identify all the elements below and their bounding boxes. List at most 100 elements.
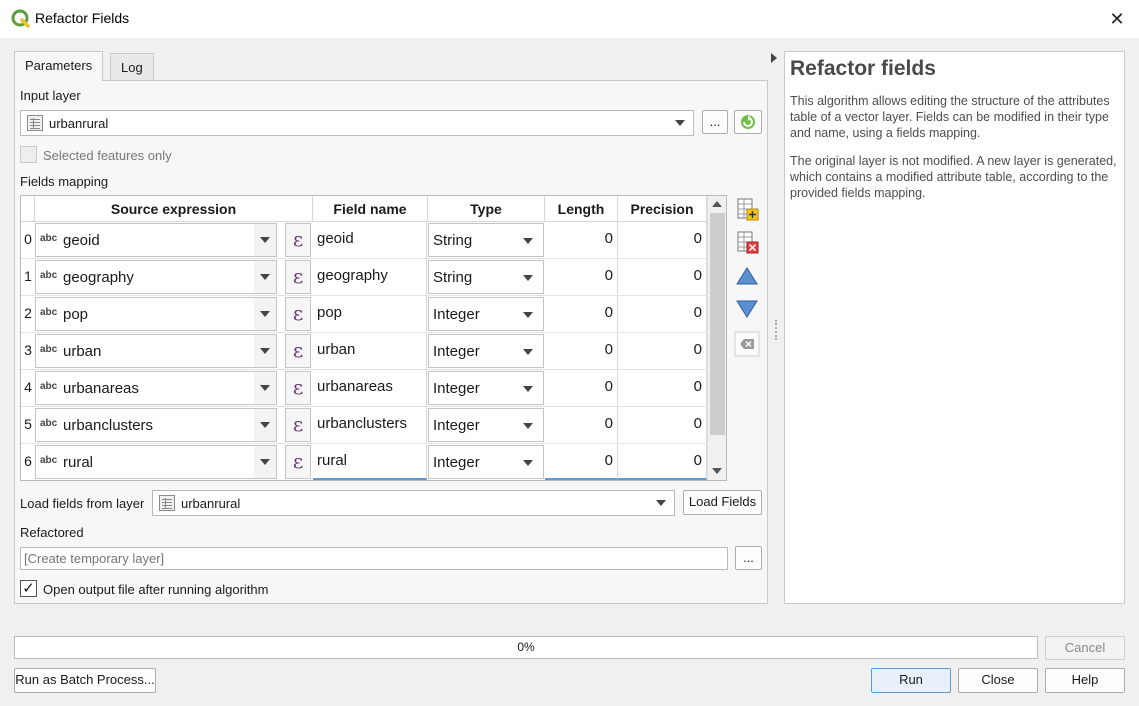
- delete-field-icon: [737, 231, 759, 254]
- chevron-down-icon: [254, 409, 276, 441]
- source-expression-select[interactable]: abc geography: [35, 260, 277, 294]
- tab-parameters[interactable]: Parameters: [14, 51, 104, 81]
- column-header-field-name[interactable]: Field name: [313, 196, 428, 222]
- field-name-input[interactable]: rural: [313, 444, 427, 480]
- close-button[interactable]: Close: [958, 668, 1038, 693]
- table-row: 5 abc urbanclusters ε urbanclusters Inte…: [21, 407, 707, 444]
- run-button[interactable]: Run: [871, 668, 951, 693]
- selected-only-checkbox[interactable]: [20, 146, 37, 163]
- string-type-icon: abc: [40, 270, 58, 281]
- table-row: 1 abc geography ε geography String 0 0: [21, 259, 707, 296]
- precision-input[interactable]: 0: [618, 333, 707, 369]
- type-select[interactable]: Integer: [428, 408, 544, 442]
- scroll-thumb[interactable]: [710, 213, 725, 435]
- source-expression-select[interactable]: abc urban: [35, 334, 277, 368]
- expression-builder-button[interactable]: ε: [285, 223, 311, 257]
- open-output-checkbox[interactable]: ✓: [20, 580, 37, 597]
- chevron-down-icon: [254, 298, 276, 330]
- move-up-button[interactable]: [734, 263, 762, 291]
- precision-input[interactable]: 0: [618, 370, 707, 406]
- cancel-button[interactable]: Cancel: [1045, 636, 1125, 660]
- add-field-button[interactable]: [734, 196, 762, 224]
- input-layer-browse-button[interactable]: ...: [702, 110, 728, 134]
- chevron-down-icon: [254, 261, 276, 293]
- refactored-browse-button[interactable]: ...: [735, 546, 762, 570]
- length-input[interactable]: 0: [545, 296, 618, 332]
- qgis-logo-icon: [11, 9, 31, 29]
- input-layer-label: Input layer: [20, 88, 81, 103]
- input-layer-select[interactable]: urbanrural: [20, 110, 694, 136]
- source-expression-select[interactable]: abc urbanareas: [35, 371, 277, 405]
- row-number: 3: [24, 342, 32, 358]
- source-expression-select[interactable]: abc geoid: [35, 223, 277, 257]
- panel-toggle-icon[interactable]: [771, 53, 777, 63]
- field-name-input[interactable]: pop: [313, 296, 427, 332]
- field-name-input[interactable]: geoid: [313, 222, 427, 258]
- type-value: Integer: [433, 343, 480, 360]
- corner-header: [21, 196, 35, 222]
- field-name-input[interactable]: urbanclusters: [313, 407, 427, 443]
- refactored-label: Refactored: [20, 525, 84, 540]
- source-expression-select[interactable]: abc urbanclusters: [35, 408, 277, 442]
- precision-input[interactable]: 0: [618, 444, 707, 480]
- scroll-up-icon[interactable]: [712, 201, 722, 207]
- batch-process-button[interactable]: Run as Batch Process...: [14, 668, 156, 693]
- field-name-input[interactable]: urbanareas: [313, 370, 427, 406]
- source-expression-value: rural: [63, 454, 94, 471]
- progress-text: 0%: [517, 640, 535, 654]
- precision-input[interactable]: 0: [618, 407, 707, 443]
- source-expression-value: pop: [63, 306, 89, 323]
- column-header-length[interactable]: Length: [545, 196, 618, 222]
- close-window-icon[interactable]: ✕: [1103, 4, 1131, 34]
- expression-builder-button[interactable]: ε: [285, 334, 311, 368]
- length-input[interactable]: 0: [545, 370, 618, 406]
- expression-builder-button[interactable]: ε: [285, 445, 311, 479]
- table-scrollbar[interactable]: [707, 196, 726, 480]
- move-down-button[interactable]: [734, 296, 762, 324]
- type-select[interactable]: String: [428, 223, 544, 257]
- delete-field-button[interactable]: [734, 229, 762, 257]
- expression-builder-button[interactable]: ε: [285, 297, 311, 331]
- splitter-handle[interactable]: [775, 320, 777, 340]
- refactored-output-input[interactable]: [20, 547, 728, 570]
- column-header-type[interactable]: Type: [428, 196, 545, 222]
- expression-builder-button[interactable]: ε: [285, 260, 311, 294]
- scroll-down-icon[interactable]: [712, 468, 722, 474]
- type-select[interactable]: String: [428, 260, 544, 294]
- tab-log[interactable]: Log: [110, 53, 154, 81]
- help-button[interactable]: Help: [1045, 668, 1125, 693]
- length-input[interactable]: 0: [545, 444, 618, 480]
- string-type-icon: abc: [40, 344, 58, 355]
- chevron-down-icon: [254, 335, 276, 367]
- string-type-icon: abc: [40, 418, 58, 429]
- reset-button[interactable]: [734, 331, 762, 359]
- source-expression-select[interactable]: abc rural: [35, 445, 277, 479]
- row-number: 6: [24, 453, 32, 469]
- load-fields-label: Load fields from layer: [20, 496, 145, 511]
- precision-input[interactable]: 0: [618, 296, 707, 332]
- field-name-input[interactable]: urban: [313, 333, 427, 369]
- length-input[interactable]: 0: [545, 222, 618, 258]
- fields-mapping-table: Source expression Field name Type Length…: [20, 195, 727, 481]
- load-fields-layer-select[interactable]: urbanrural: [152, 490, 675, 516]
- table-layer-icon: [159, 495, 175, 511]
- source-expression-value: urbanareas: [63, 380, 139, 397]
- type-select[interactable]: Integer: [428, 445, 544, 479]
- type-select[interactable]: Integer: [428, 297, 544, 331]
- expression-builder-button[interactable]: ε: [285, 371, 311, 405]
- iterate-button[interactable]: [734, 110, 762, 134]
- length-input[interactable]: 0: [545, 407, 618, 443]
- type-select[interactable]: Integer: [428, 371, 544, 405]
- load-fields-button[interactable]: Load Fields: [683, 490, 762, 515]
- backspace-icon: [734, 331, 760, 357]
- precision-input[interactable]: 0: [618, 222, 707, 258]
- precision-input[interactable]: 0: [618, 259, 707, 295]
- field-name-input[interactable]: geography: [313, 259, 427, 295]
- type-select[interactable]: Integer: [428, 334, 544, 368]
- length-input[interactable]: 0: [545, 259, 618, 295]
- expression-builder-button[interactable]: ε: [285, 408, 311, 442]
- column-header-source[interactable]: Source expression: [35, 196, 313, 222]
- length-input[interactable]: 0: [545, 333, 618, 369]
- source-expression-select[interactable]: abc pop: [35, 297, 277, 331]
- column-header-precision[interactable]: Precision: [618, 196, 707, 222]
